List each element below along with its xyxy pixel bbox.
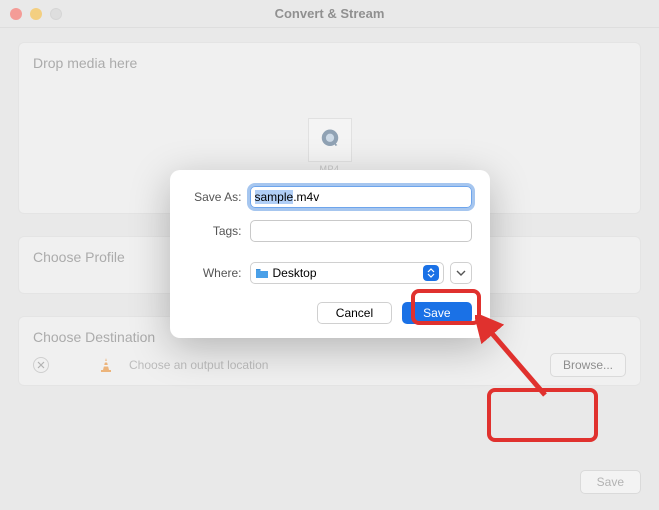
- where-label: Where:: [188, 266, 250, 280]
- where-dropdown[interactable]: Desktop: [250, 262, 444, 284]
- folder-icon: [255, 268, 269, 279]
- tags-row: Tags:: [188, 220, 472, 242]
- tags-label: Tags:: [188, 224, 250, 238]
- save-sheet-dialog: Save As: sample.m4v Tags: Where: Desktop: [170, 170, 490, 338]
- dropdown-arrows-icon: [423, 265, 439, 281]
- filename-extension-part: .m4v: [293, 190, 319, 204]
- main-window: Convert & Stream Drop media here MP4 Cho…: [0, 0, 659, 510]
- save-as-input[interactable]: sample.m4v: [250, 186, 472, 208]
- where-value: Desktop: [273, 266, 317, 280]
- where-row: Where: Desktop: [188, 262, 472, 284]
- cancel-button[interactable]: Cancel: [317, 302, 392, 324]
- chevron-down-icon: [456, 270, 466, 276]
- filename-selected-part: sample: [255, 190, 294, 204]
- save-as-row: Save As: sample.m4v: [188, 186, 472, 208]
- save-button[interactable]: Save: [402, 302, 471, 324]
- expand-save-dialog-button[interactable]: [450, 262, 472, 284]
- sheet-button-row: Cancel Save: [188, 302, 472, 324]
- save-as-label: Save As:: [188, 190, 250, 204]
- tags-input[interactable]: [250, 220, 472, 242]
